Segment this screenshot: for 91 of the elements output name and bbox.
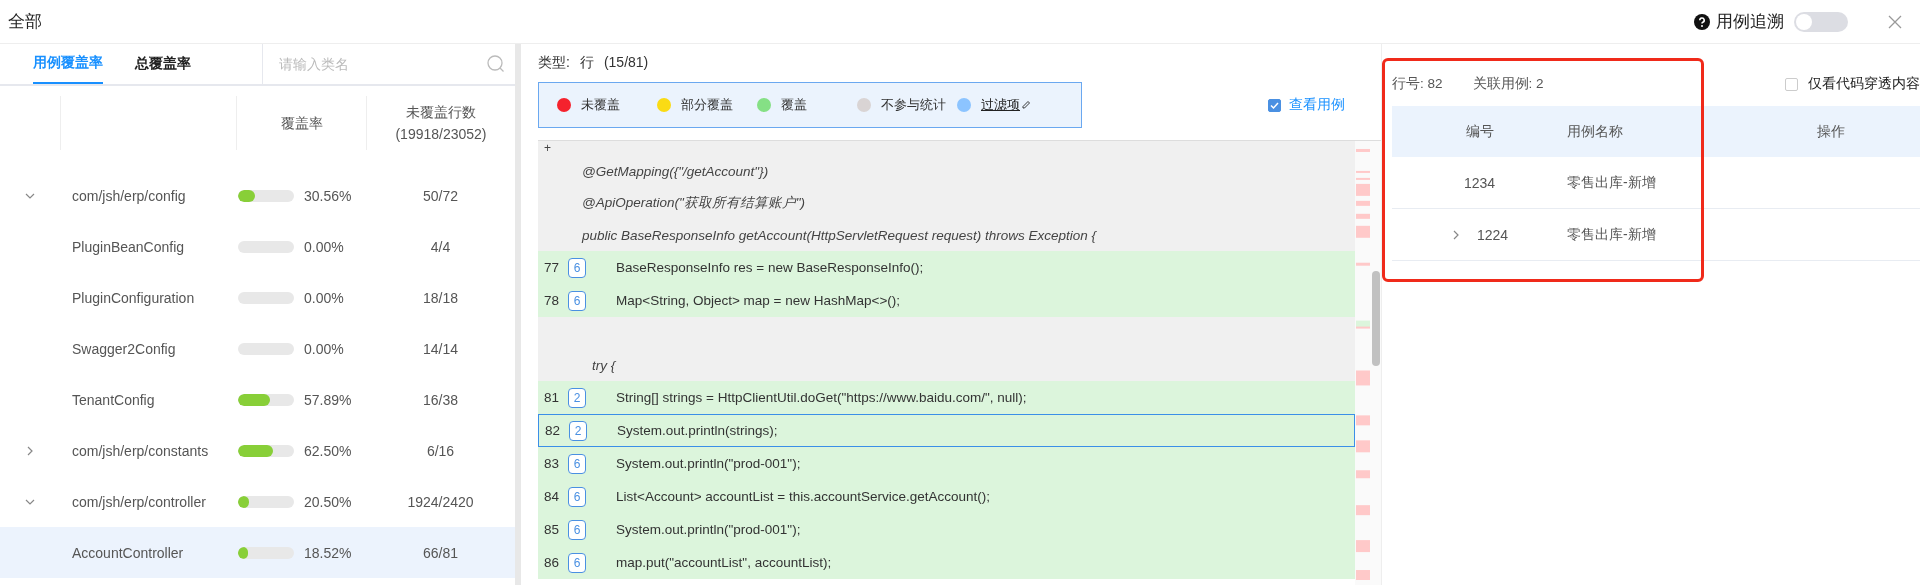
coverage-rate: 20.50% xyxy=(304,493,352,510)
coverage-rate: 62.50% xyxy=(304,442,352,459)
line-number: 77 xyxy=(543,260,561,275)
trace-toggle[interactable] xyxy=(1794,11,1848,32)
line-number: 83 xyxy=(543,456,561,471)
table-row[interactable]: com/jsh/erp/config 30.56% 50/72 xyxy=(0,170,515,221)
case-name: 零售出库-新增 xyxy=(1567,173,1656,190)
coverage-bar xyxy=(238,546,294,559)
class-name: TenantConfig xyxy=(72,391,155,408)
line-number: 78 xyxy=(543,293,561,308)
uncovered-lines: 1924/2420 xyxy=(407,493,474,510)
uncovered-lines: 6/16 xyxy=(426,442,455,459)
table-row[interactable]: PluginBeanConfig 0.00% 4/4 xyxy=(0,221,515,272)
class-name: com/jsh/erp/config xyxy=(72,187,186,204)
tab[interactable]: 总覆盖率 xyxy=(135,44,191,84)
table-row[interactable]: AccountController 18.52% 66/81 xyxy=(0,527,515,578)
pencil-icon[interactable] xyxy=(1021,100,1031,110)
line-number: 85 xyxy=(543,522,561,537)
close-icon[interactable] xyxy=(1888,14,1902,29)
code-line: try { xyxy=(591,357,616,373)
coverage-rate: 30.56% xyxy=(304,187,352,204)
search-field[interactable]: 请输入类名 xyxy=(277,55,487,73)
column-header: 操作 xyxy=(1817,122,1845,139)
scrollbar-thumb[interactable] xyxy=(1372,271,1380,366)
line-number: 81 xyxy=(543,390,561,405)
code-line: System.out.println(strings); xyxy=(617,423,778,438)
related-cases-info: 关联用例: 2 xyxy=(1472,75,1544,93)
uncovered-lines: 50/72 xyxy=(422,187,458,204)
type-value: 行 xyxy=(579,54,594,72)
uncovered-lines: 18/18 xyxy=(422,289,458,306)
line-count: (15/81) xyxy=(603,54,649,72)
coverage-rate: 0.00% xyxy=(304,289,344,306)
column-header: 用例名称 xyxy=(1567,122,1623,139)
code-line: map.put("accountList", accountList); xyxy=(616,555,832,570)
help-icon[interactable] xyxy=(1694,13,1710,30)
legend-label: 部分覆盖 xyxy=(681,96,733,114)
uncovered-lines: 14/14 xyxy=(422,340,458,357)
search-icon[interactable] xyxy=(487,55,505,73)
trace-label: 用例追溯 xyxy=(1716,11,1784,33)
class-name: com/jsh/erp/constants xyxy=(72,442,209,459)
type-label: 类型: xyxy=(538,54,570,72)
legend-label: 不参与统计 xyxy=(881,96,946,114)
coverage-bar xyxy=(238,495,294,508)
table-row[interactable]: TenantConfig 57.89% 16/38 xyxy=(0,374,515,425)
plus-marker: + xyxy=(544,141,551,155)
code-line: BaseResponseInfo res = new BaseResponseInfo(); xyxy=(616,260,924,275)
coverage-bar xyxy=(238,189,294,202)
class-name: com/jsh/erp/controller xyxy=(72,493,206,510)
line-number: 84 xyxy=(543,489,561,504)
code-line: public BaseResponseInfo getAccount(HttpServletRequest request) throws Exception { xyxy=(580,227,1097,243)
case-name: 零售出库-新增 xyxy=(1567,225,1656,242)
table-row[interactable]: com/jsh/erp/constants 62.50% 6/16 xyxy=(0,425,515,476)
column-header: 未覆盖行数 xyxy=(406,103,476,122)
class-name: PluginBeanConfig xyxy=(72,238,185,255)
class-name: AccountController xyxy=(72,544,184,561)
checkmark-icon xyxy=(1270,100,1279,110)
coverage-rate: 0.00% xyxy=(304,238,344,255)
legend-label: 未覆盖 xyxy=(581,96,620,114)
code-line: System.out.println("prod-001"); xyxy=(616,456,801,471)
code-line: @GetMapping({"/getAccount"}) xyxy=(581,163,769,179)
coverage-rate: 0.00% xyxy=(304,340,344,357)
chevron-right-icon[interactable] xyxy=(25,445,35,456)
code-line: String[] strings = HttpClientUtil.doGet("https://www.baidu.com/", null); xyxy=(616,390,1027,405)
class-name: PluginConfiguration xyxy=(72,289,195,306)
uncovered-lines: 4/4 xyxy=(430,238,451,255)
case-id: 1224 xyxy=(1476,226,1509,243)
code-line: System.out.println("prod-001"); xyxy=(616,522,801,537)
column-subheader: (19918/23052) xyxy=(395,125,487,144)
dialog-title: 全部 xyxy=(8,11,42,33)
code-line: @ApiOperation("获取所有结算账户") xyxy=(581,194,806,212)
filter-link[interactable]: 过滤项 xyxy=(981,96,1031,114)
line-number: 82 xyxy=(544,423,562,438)
table-row[interactable]: com/jsh/erp/controller 20.50% 1924/2420 xyxy=(0,476,515,527)
column-header: 覆盖率 xyxy=(280,114,323,133)
table-row[interactable]: Swagger2Config 0.00% 14/14 xyxy=(0,323,515,374)
column-header: 编号 xyxy=(1465,122,1494,141)
uncovered-lines: 66/81 xyxy=(422,544,458,561)
coverage-rate: 57.89% xyxy=(304,391,352,408)
uncovered-lines: 16/38 xyxy=(422,391,458,408)
legend-label: 覆盖 xyxy=(781,96,807,114)
table-row[interactable]: PluginConfiguration 0.00% 18/18 xyxy=(0,272,515,323)
class-name: Swagger2Config xyxy=(72,340,176,357)
code-only-checkbox[interactable]: 仅看代码穿透内容 xyxy=(1785,75,1920,93)
line-number: 86 xyxy=(543,555,561,570)
code-line: Map<String, Object> map = new HashMap<>(); xyxy=(616,293,900,308)
case-id: 1234 xyxy=(1463,174,1496,191)
coverage-bar xyxy=(238,393,294,406)
coverage-bar xyxy=(238,444,294,457)
coverage-rate: 18.52% xyxy=(304,544,352,561)
code-line: List<Account> accountList = this.accountService.getAccount(); xyxy=(616,489,991,504)
line-info: 行号: 82 xyxy=(1392,75,1443,93)
